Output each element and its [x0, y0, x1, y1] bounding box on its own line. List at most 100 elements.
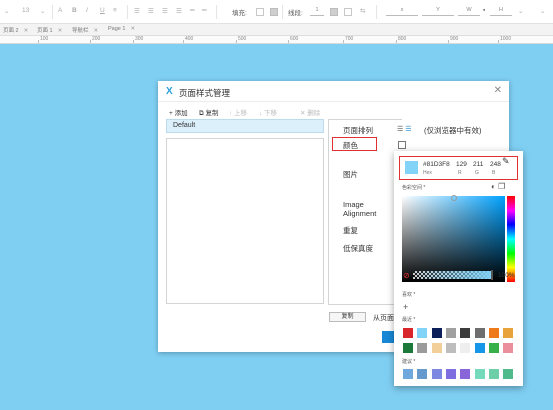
align-center-icon[interactable]: ☰: [405, 126, 411, 133]
b-input[interactable]: 248: [490, 161, 501, 168]
height-field[interactable]: H: [490, 7, 512, 16]
align-note: (仅浏览器中有效): [424, 126, 482, 135]
color-swatch[interactable]: [474, 328, 485, 338]
border-color-box[interactable]: [330, 8, 338, 16]
color-swatch[interactable]: [503, 328, 514, 338]
tab-page-1[interactable]: 页面 1 ✕: [37, 26, 62, 34]
y-field[interactable]: Y: [422, 7, 454, 16]
fill-label: 填充:: [232, 10, 247, 17]
image-alignment-label: Image: [343, 200, 364, 209]
color-swatch[interactable]: [403, 328, 413, 338]
saturation-handle[interactable]: [451, 195, 457, 201]
color-swatch[interactable]: [417, 343, 428, 353]
page-tabs: 页面 2 ✕ 页面 1 ✕ 导航栏 ✕ Page 1 ✕: [0, 24, 553, 36]
x-field[interactable]: x: [386, 7, 418, 16]
strikethrough-icon[interactable]: ≡: [113, 7, 117, 14]
add-style-button[interactable]: + 添加: [169, 107, 188, 117]
low-fidelity-label: 低保真度: [343, 244, 373, 253]
color-swatch[interactable]: [488, 328, 499, 338]
palette-icon[interactable]: ◐: [491, 182, 496, 191]
align-left-icon[interactable]: ☰: [148, 7, 154, 15]
color-swatch[interactable]: [503, 369, 514, 379]
color-swatch[interactable]: [460, 369, 471, 379]
more-icon[interactable]: ⌄: [540, 7, 545, 15]
close-icon[interactable]: ✕: [494, 85, 502, 96]
font-size-arrow[interactable]: ⌄: [40, 7, 45, 15]
ruler-label: 800: [398, 36, 407, 42]
horizontal-ruler: 100 200 300 400 500 600 700 800 900 1000: [0, 36, 553, 44]
g-input[interactable]: 211: [473, 161, 483, 168]
text-color-icon[interactable]: A: [58, 7, 62, 14]
color-swatch[interactable]: [460, 328, 471, 338]
dialog-title: 页面样式管理: [179, 88, 231, 98]
align-right-icon[interactable]: ☰: [176, 7, 182, 15]
ruler-label: 1000: [500, 36, 512, 42]
close-icon[interactable]: ✕: [130, 26, 135, 32]
lock-ratio-icon[interactable]: ▪: [483, 7, 485, 14]
color-swatch[interactable]: [488, 343, 499, 353]
hue-slider[interactable]: [507, 196, 515, 282]
align-left-icon[interactable]: ☰: [397, 126, 403, 133]
color-swatch[interactable]: [474, 369, 485, 379]
tab-page-2[interactable]: 页面 2 ✕: [3, 26, 28, 34]
border-width-field[interactable]: 1: [310, 7, 324, 16]
alpha-value[interactable]: 100%: [498, 272, 515, 279]
delete-style-button[interactable]: ✕ 删除: [300, 107, 320, 117]
color-swatch[interactable]: [460, 343, 471, 353]
valign-icon[interactable]: ═: [202, 7, 207, 14]
underline-icon[interactable]: U: [100, 7, 105, 14]
color-swatch[interactable]: [445, 328, 456, 338]
ruler-tick: [38, 40, 39, 43]
width-field[interactable]: W: [458, 7, 480, 16]
color-swatch[interactable]: [445, 369, 456, 379]
close-icon[interactable]: ✕: [58, 28, 63, 34]
alpha-slider[interactable]: [413, 271, 493, 279]
color-swatch[interactable]: [403, 369, 413, 379]
copy-button[interactable]: 复制: [329, 312, 366, 322]
move-down-button[interactable]: ↓ 下移: [259, 107, 277, 117]
color-swatch[interactable]: [417, 369, 428, 379]
color-swatch[interactable]: [431, 343, 442, 353]
color-swatch[interactable]: [417, 328, 428, 338]
no-color-icon[interactable]: ⊘: [403, 271, 410, 280]
eyedropper-icon[interactable]: ✎: [502, 156, 510, 167]
bold-icon[interactable]: B: [72, 7, 77, 14]
hex-input[interactable]: #81D3F8: [423, 161, 450, 168]
fill-pattern-box[interactable]: [270, 8, 278, 16]
style-list[interactable]: [166, 138, 324, 304]
arrow-style-icon[interactable]: ⇆: [360, 7, 365, 15]
color-swatch[interactable]: [488, 369, 499, 379]
color-swatch[interactable]: [503, 343, 514, 353]
font-dropdown-arrow[interactable]: ⌄: [4, 7, 9, 15]
close-icon[interactable]: ✕: [94, 28, 99, 34]
style-list-item[interactable]: Default: [166, 119, 324, 133]
color-swatch[interactable]: [445, 343, 456, 353]
tab-page1-en[interactable]: Page 1 ✕: [108, 26, 135, 32]
color-picker-button[interactable]: [398, 141, 406, 149]
r-input[interactable]: 129: [456, 161, 467, 168]
fill-color-box[interactable]: [256, 8, 264, 16]
list-icon[interactable]: ☰: [134, 7, 140, 15]
toolbar-divider: [282, 5, 283, 19]
alpha-handle[interactable]: [491, 270, 493, 280]
italic-icon[interactable]: I: [86, 7, 88, 14]
ruler-label: 100: [40, 36, 49, 42]
close-icon[interactable]: ✕: [24, 28, 29, 34]
font-size-field[interactable]: 13: [22, 7, 29, 14]
more-icon[interactable]: ⌄: [518, 7, 523, 15]
move-up-button[interactable]: ↑ 上移: [229, 107, 247, 117]
ruler-tick: [236, 40, 237, 43]
align-center-icon[interactable]: ☰: [162, 7, 168, 15]
color-swatch[interactable]: [474, 343, 485, 353]
add-favorite-icon[interactable]: +: [403, 302, 408, 312]
saturation-area[interactable]: [402, 196, 505, 282]
align-justify-icon[interactable]: ═: [190, 7, 195, 14]
color-swatch[interactable]: [431, 369, 442, 379]
tab-navbar[interactable]: 导航栏 ✕: [72, 26, 98, 34]
copy-icon[interactable]: ❐: [498, 182, 505, 191]
border-style-box[interactable]: [344, 8, 352, 16]
ruler-tick: [288, 40, 289, 43]
duplicate-style-button[interactable]: ⧉ 复制: [199, 107, 218, 118]
color-swatch[interactable]: [403, 343, 413, 353]
color-swatch[interactable]: [431, 328, 442, 338]
